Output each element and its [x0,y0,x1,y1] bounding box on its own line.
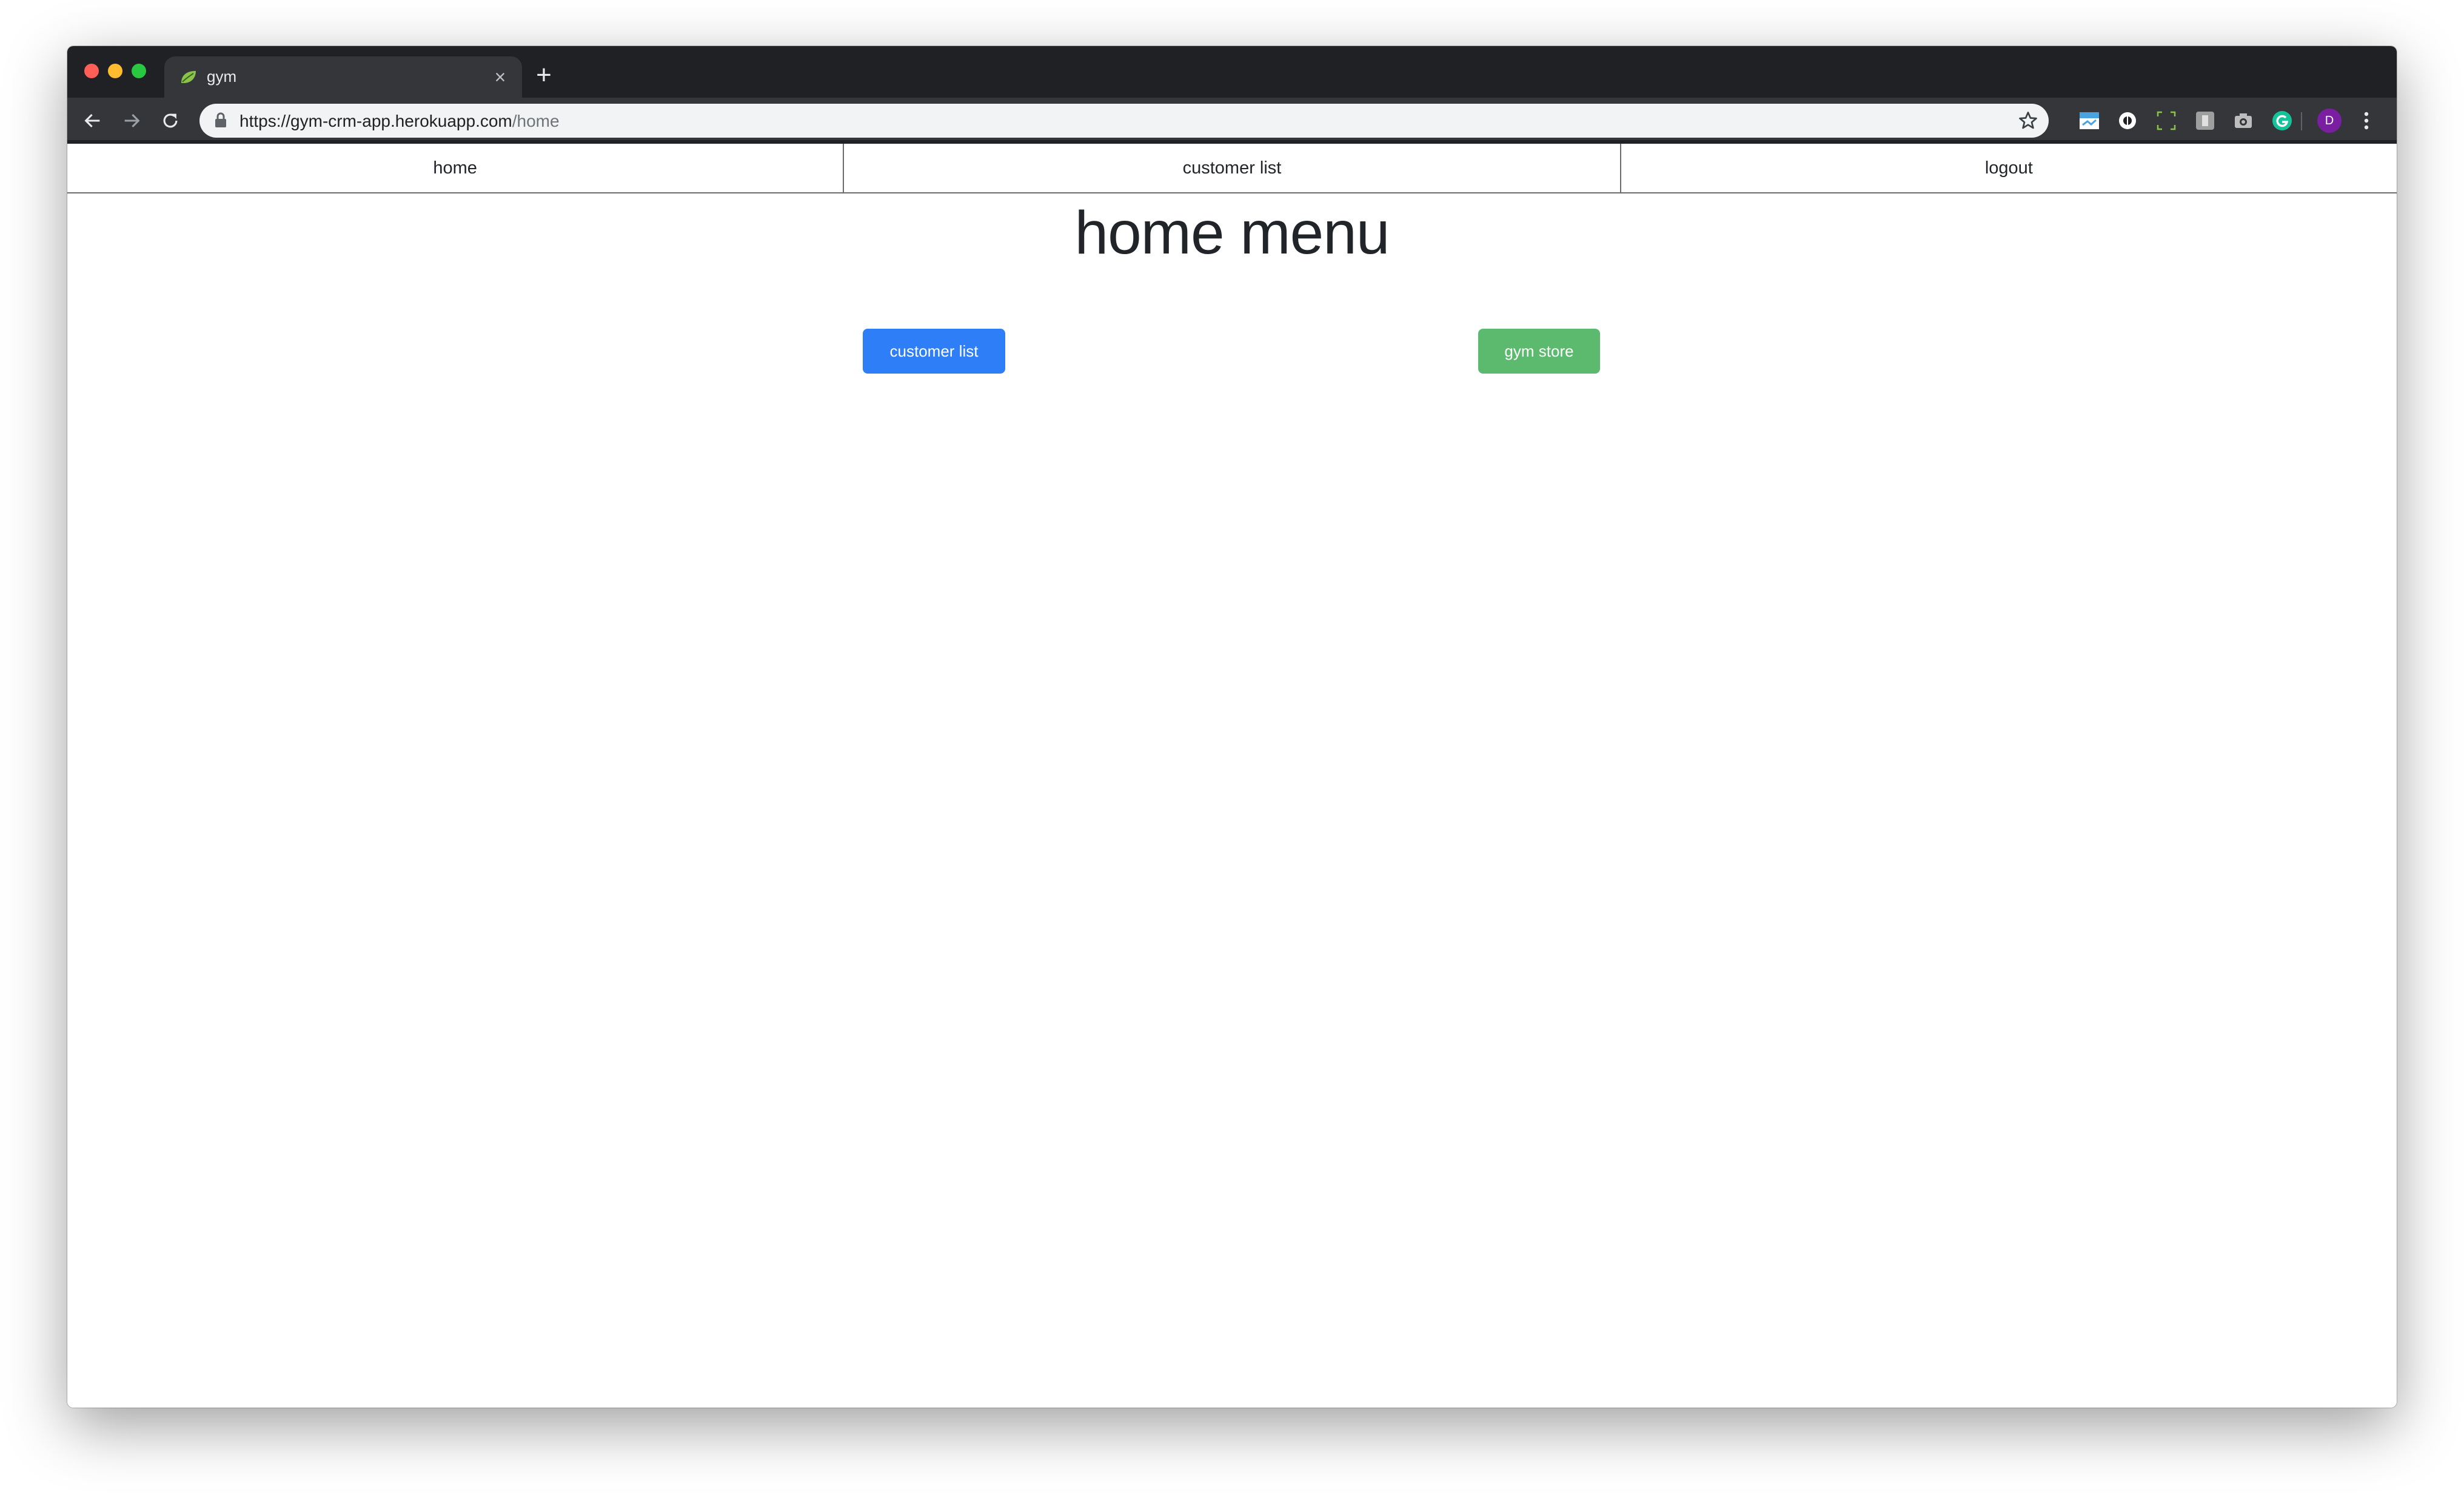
arrow-left-icon [84,113,100,128]
bookmark-star-icon[interactable] [2017,110,2039,132]
tab-close-icon[interactable]: × [487,64,514,90]
url-host: gym-crm-app.herokuapp.com [290,112,512,130]
nav-item-customer-list[interactable]: customer list [844,144,1621,192]
url-path: /home [512,112,560,130]
nav-item-home[interactable]: home [67,144,845,192]
browser-toolbar: https://gym-crm-app.herokuapp.com/home D [67,98,2397,144]
customer-list-button[interactable]: customer list [863,329,1005,374]
close-window-button[interactable] [84,64,99,78]
address-bar[interactable]: https://gym-crm-app.herokuapp.com/home [199,104,2049,138]
nav-item-logout[interactable]: logout [1621,144,2397,192]
page-content: home customer list logout home menu cust… [67,144,2397,1408]
camera-extension-icon[interactable] [2232,109,2255,132]
tab-strip: gym × + [67,46,2397,98]
grammarly-icon[interactable] [2271,109,2294,132]
address-url: https://gym-crm-app.herokuapp.com/home [239,112,560,131]
circle-extension-icon[interactable] [2116,109,2139,132]
toolbar-divider [2301,112,2302,130]
puzzle-extension-icon[interactable] [2194,109,2217,132]
gym-store-button[interactable]: gym store [1478,329,1600,374]
more-vert-icon[interactable] [2360,109,2372,133]
back-button[interactable] [79,107,106,134]
new-tab-button[interactable]: + [531,62,557,90]
page-title: home menu [1074,199,1390,267]
forward-button[interactable] [118,107,145,134]
reload-icon [163,113,178,128]
arrow-right-icon [124,113,140,128]
url-scheme: https:// [239,112,291,130]
minimize-window-button[interactable] [108,64,122,78]
site-nav: home customer list logout [67,144,2397,193]
tab-title: gym [207,67,237,86]
browser-tab[interactable]: gym × [164,56,522,98]
maximize-window-button[interactable] [132,64,146,78]
calendar-extension-icon[interactable] [2078,109,2101,132]
browser-window: gym × + https://gym-crm-app.herokuapp.co… [67,46,2397,1408]
profile-avatar[interactable]: D [2317,109,2342,133]
reload-button[interactable] [157,107,184,134]
lock-icon [215,112,226,127]
screenshot-frame-icon[interactable] [2155,109,2178,132]
spring-leaf-icon [181,71,196,83]
